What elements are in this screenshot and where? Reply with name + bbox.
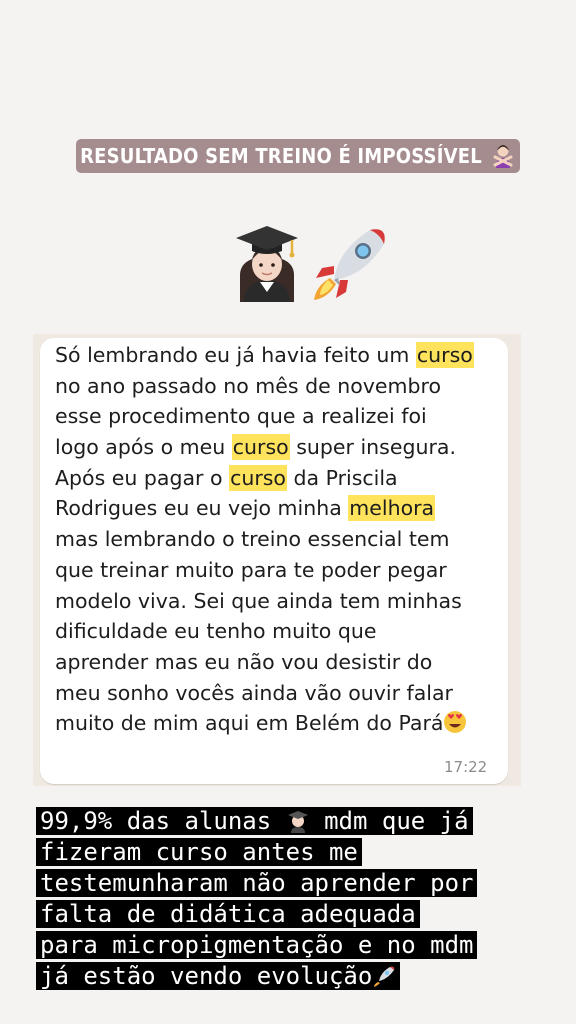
caption-line: já estão vendo evolução (36, 962, 401, 990)
message-line: meu sonho vocês ainda vão ouvir falar (55, 680, 453, 705)
message-line: no ano passado no mês de novembro (55, 373, 441, 398)
message-line: Rodrigues eu eu vejo minha melhora (55, 495, 436, 522)
message-timestamp: 17:22 (444, 758, 488, 776)
message-line: mas lembrando o treino essencial tem (55, 527, 450, 552)
highlighted-word: curso (231, 434, 290, 461)
message-line: Após eu pagar o curso da Priscila (55, 464, 398, 491)
story-title: RESULTADO SEM TREINO É IMPOSSÍVEL (80, 144, 482, 168)
rocket-icon (314, 229, 385, 300)
message-line: que treinar muito para te poder pegar (55, 557, 447, 582)
caption-line: para micropigmentação e no mdm (36, 931, 478, 959)
story-title-banner: RESULTADO SEM TREINO É IMPOSSÍVEL (76, 139, 520, 173)
heart-eyes-icon (444, 711, 467, 734)
graduate-woman-icon (287, 811, 308, 833)
message-line: modelo viva. Sei que ainda tem minhas (55, 588, 462, 613)
highlighted-word: melhora (348, 495, 436, 522)
message-line: esse procedimento que a realizei foi (55, 404, 427, 429)
rocket-icon (374, 966, 395, 987)
woman-gesturing-no-icon (493, 145, 513, 168)
emoji-decoration-row (232, 220, 392, 306)
message-line: dificuldade eu tenho muito que (55, 619, 377, 644)
highlighted-word: curso (415, 342, 474, 368)
story-caption: 99,9% das alunas mdm que já fizeram curs… (36, 806, 546, 992)
highlighted-word: curso (229, 464, 287, 491)
message-line: aprender mas eu não vou desistir do (55, 649, 433, 674)
graduate-woman-icon (236, 226, 298, 302)
message-line: logo após o meu curso super insegura. (55, 434, 456, 461)
caption-line: testemunharam não aprender por (36, 869, 478, 897)
message-line: muito de mim aqui em Belém do Pará (55, 708, 505, 739)
caption-line: fizeram curso antes me (36, 838, 362, 866)
message-text: Só lembrando eu já havia feito um curso n… (55, 340, 505, 739)
caption-line: falta de didática adequada (36, 900, 420, 928)
caption-line: 99,9% das alunas mdm que já (36, 807, 473, 835)
message-line: Só lembrando eu já havia feito um curso (55, 342, 474, 368)
